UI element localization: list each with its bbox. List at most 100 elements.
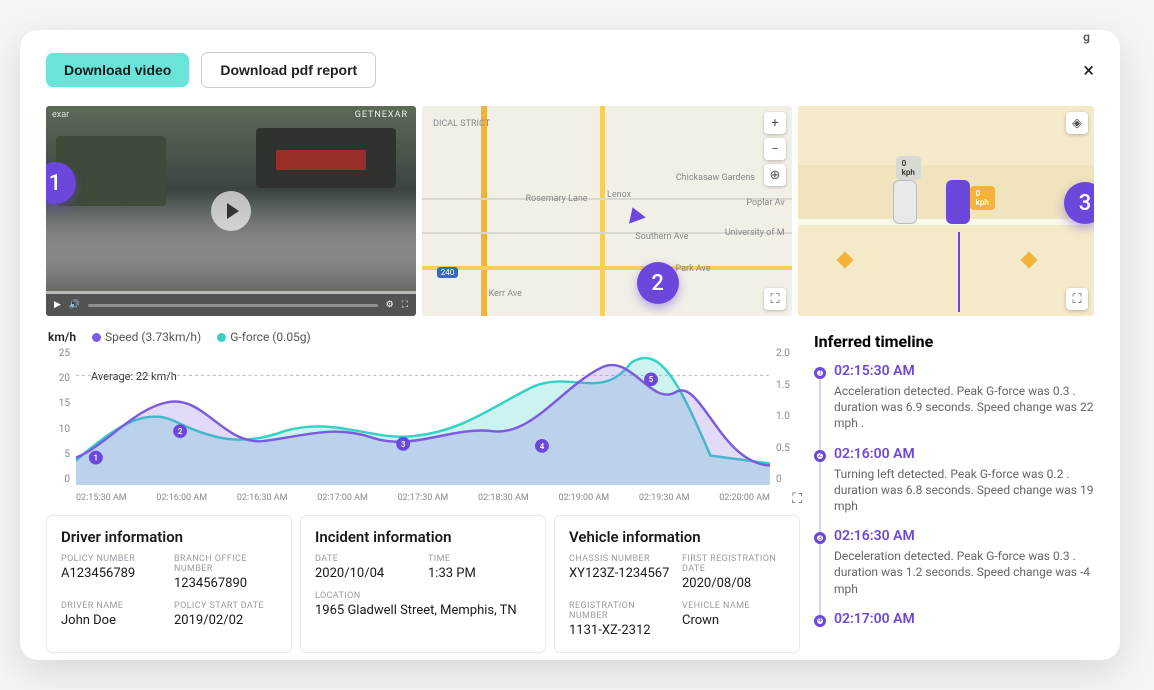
field-value: 2020/08/08 (682, 576, 785, 591)
play-small-icon[interactable]: ▶ (54, 300, 61, 310)
field-value: 1:33 PM (428, 566, 531, 581)
vehicle-info-card: Vehicle information CHASSIS NUMBER XY123Z… (554, 515, 800, 653)
timeline-item[interactable]: 3 02:16:30 AM Deceleration detected. Pea… (814, 528, 1094, 597)
timeline-dot: 2 (814, 450, 826, 462)
speed-tag-other: 0kph (896, 156, 921, 180)
sim-car-other (893, 180, 917, 224)
timeline-dot: 3 (814, 532, 826, 544)
svg-text:2: 2 (178, 427, 183, 436)
unit-left: km/h (48, 330, 76, 344)
hazard-sign-icon (837, 251, 854, 268)
video-controls[interactable]: ▶ 🔊 ⚙ ⛶ (46, 294, 416, 316)
timeline-item[interactable]: 1 02:15:30 AM Acceleration detected. Pea… (814, 363, 1094, 432)
field-value: John Doe (61, 613, 164, 628)
chart-expand-button[interactable]: ⛶ (792, 491, 802, 507)
field-label: POLICY START DATE (174, 601, 277, 611)
field-label: TIME (428, 554, 531, 564)
timeline-time: 02:15:30 AM (834, 363, 1094, 379)
legend-speed: Speed (3.73km/h) (105, 330, 201, 344)
field-value: Crown (682, 613, 785, 628)
download-video-button[interactable]: Download video (46, 53, 189, 87)
sim-car-ego (946, 180, 970, 224)
road-label: Kerr Ave (489, 289, 522, 299)
settings-icon[interactable]: ⚙ (386, 300, 394, 310)
highway-shield: 240 (437, 267, 459, 278)
timeline-time: 02:16:30 AM (834, 528, 1094, 544)
field-label: REGISTRATION NUMBER (569, 601, 672, 621)
volume-icon[interactable]: 🔊 (69, 300, 80, 310)
compass-icon[interactable]: ⊕ (764, 164, 786, 186)
video-brand: GETNEXAR (355, 110, 408, 120)
zoom-out-button[interactable]: − (764, 138, 786, 160)
inferred-timeline: Inferred timeline 1 02:15:30 AM Accelera… (814, 326, 1094, 653)
field-label: LOCATION (315, 591, 531, 601)
svg-text:5: 5 (649, 375, 654, 384)
timeline-desc: Acceleration detected. Peak G-force was … (834, 383, 1094, 432)
play-icon[interactable] (211, 191, 251, 231)
y-axis-left: 2520151050 (46, 348, 74, 485)
field-value: 2020/10/04 (315, 566, 418, 581)
telemetry-chart[interactable]: 2520151050 2.01.51.00.50 Average: 22 km/… (46, 348, 800, 503)
unit-right: g (1083, 30, 1090, 44)
map-expand-button[interactable]: ⛶ (764, 288, 786, 310)
field-label: VEHICLE NAME (682, 601, 785, 611)
road-label: Chickasaw Gardens (676, 173, 755, 183)
road-label: Park Ave (676, 264, 711, 274)
svg-text:3: 3 (401, 440, 406, 449)
field-value: 1131-XZ-2312 (569, 623, 672, 638)
road-label: Southern Ave (635, 232, 688, 242)
x-axis: 02:15:30 AM02:16:00 AM02:16:30 AM02:17:0… (76, 493, 770, 503)
video-brand-left: exar (52, 110, 69, 120)
field-label: FIRST REGISTRATION DATE (682, 554, 785, 574)
svg-text:4: 4 (540, 442, 545, 451)
zoom-in-button[interactable]: + (764, 112, 786, 134)
road-label: Lenox (607, 190, 631, 200)
chart-legend: km/h Speed (3.73km/h) G-force (0.05g) g (48, 330, 800, 344)
road-label: Rosemary Lane (526, 194, 588, 204)
card-title: Incident information (315, 528, 531, 546)
panel-badge-2: 2 (637, 262, 679, 304)
timeline-time: 02:17:00 AM (834, 611, 1094, 627)
field-label: BRANCH OFFICE NUMBER (174, 554, 277, 574)
field-value: 1234567890 (174, 576, 277, 591)
field-label: POLICY NUMBER (61, 554, 164, 564)
timeline-desc: Turning left detected. Peak G-force was … (834, 466, 1094, 515)
field-label: CHASSIS NUMBER (569, 554, 672, 564)
field-value: 2019/02/02 (174, 613, 277, 628)
close-icon[interactable]: × (1083, 58, 1094, 82)
video-scrubber[interactable] (88, 304, 377, 307)
fullscreen-icon[interactable]: ⛶ (402, 300, 408, 310)
field-label: DATE (315, 554, 418, 564)
y-axis-right: 2.01.51.00.50 (772, 348, 800, 485)
dashcam-video[interactable]: 1 GETNEXAR exar ▶ 🔊 ⚙ ⛶ (46, 106, 416, 316)
field-value: XY123Z-1234567 (569, 566, 672, 581)
field-value: 1965 Gladwell Street, Memphis, TN (315, 603, 531, 618)
timeline-dot: 1 (814, 367, 826, 379)
timeline-dot: 4 (814, 615, 826, 627)
legend-gforce: G-force (0.05g) (230, 330, 311, 344)
timeline-title: Inferred timeline (814, 332, 1094, 351)
timeline-item[interactable]: 2 02:16:00 AM Turning left detected. Pea… (814, 446, 1094, 515)
card-title: Driver information (61, 528, 277, 546)
svg-text:1: 1 (94, 454, 99, 463)
trajectory-line (958, 232, 960, 312)
info-row: Driver information POLICY NUMBER A1234567… (46, 515, 800, 653)
simulation-view[interactable]: 3 0kph 0kph ◈ ⛶ (798, 106, 1094, 316)
field-value: A123456789 (61, 566, 164, 581)
field-label: DRIVER NAME (61, 601, 164, 611)
card-title: Vehicle information (569, 528, 785, 546)
map-view[interactable]: 2 Rosemary Lane Lenox Chickasaw Gardens … (422, 106, 792, 316)
sim-expand-button[interactable]: ⛶ (1066, 288, 1088, 310)
layers-icon[interactable]: ◈ (1066, 112, 1088, 134)
toolbar: Download video Download pdf report × (46, 52, 1094, 88)
timeline-item[interactable]: 4 02:17:00 AM (814, 611, 1094, 627)
hazard-sign-icon (1020, 251, 1037, 268)
vehicle-marker-icon (624, 204, 646, 223)
download-pdf-button[interactable]: Download pdf report (201, 52, 376, 88)
driver-info-card: Driver information POLICY NUMBER A1234567… (46, 515, 292, 653)
chart-panel: km/h Speed (3.73km/h) G-force (0.05g) g … (46, 326, 800, 653)
road-label: DICAL STRICT (433, 119, 490, 129)
speed-tag-ego: 0kph (970, 186, 995, 210)
timeline-desc: Deceleration detected. Peak G-force was … (834, 548, 1094, 597)
road-label: University of M (725, 228, 785, 238)
